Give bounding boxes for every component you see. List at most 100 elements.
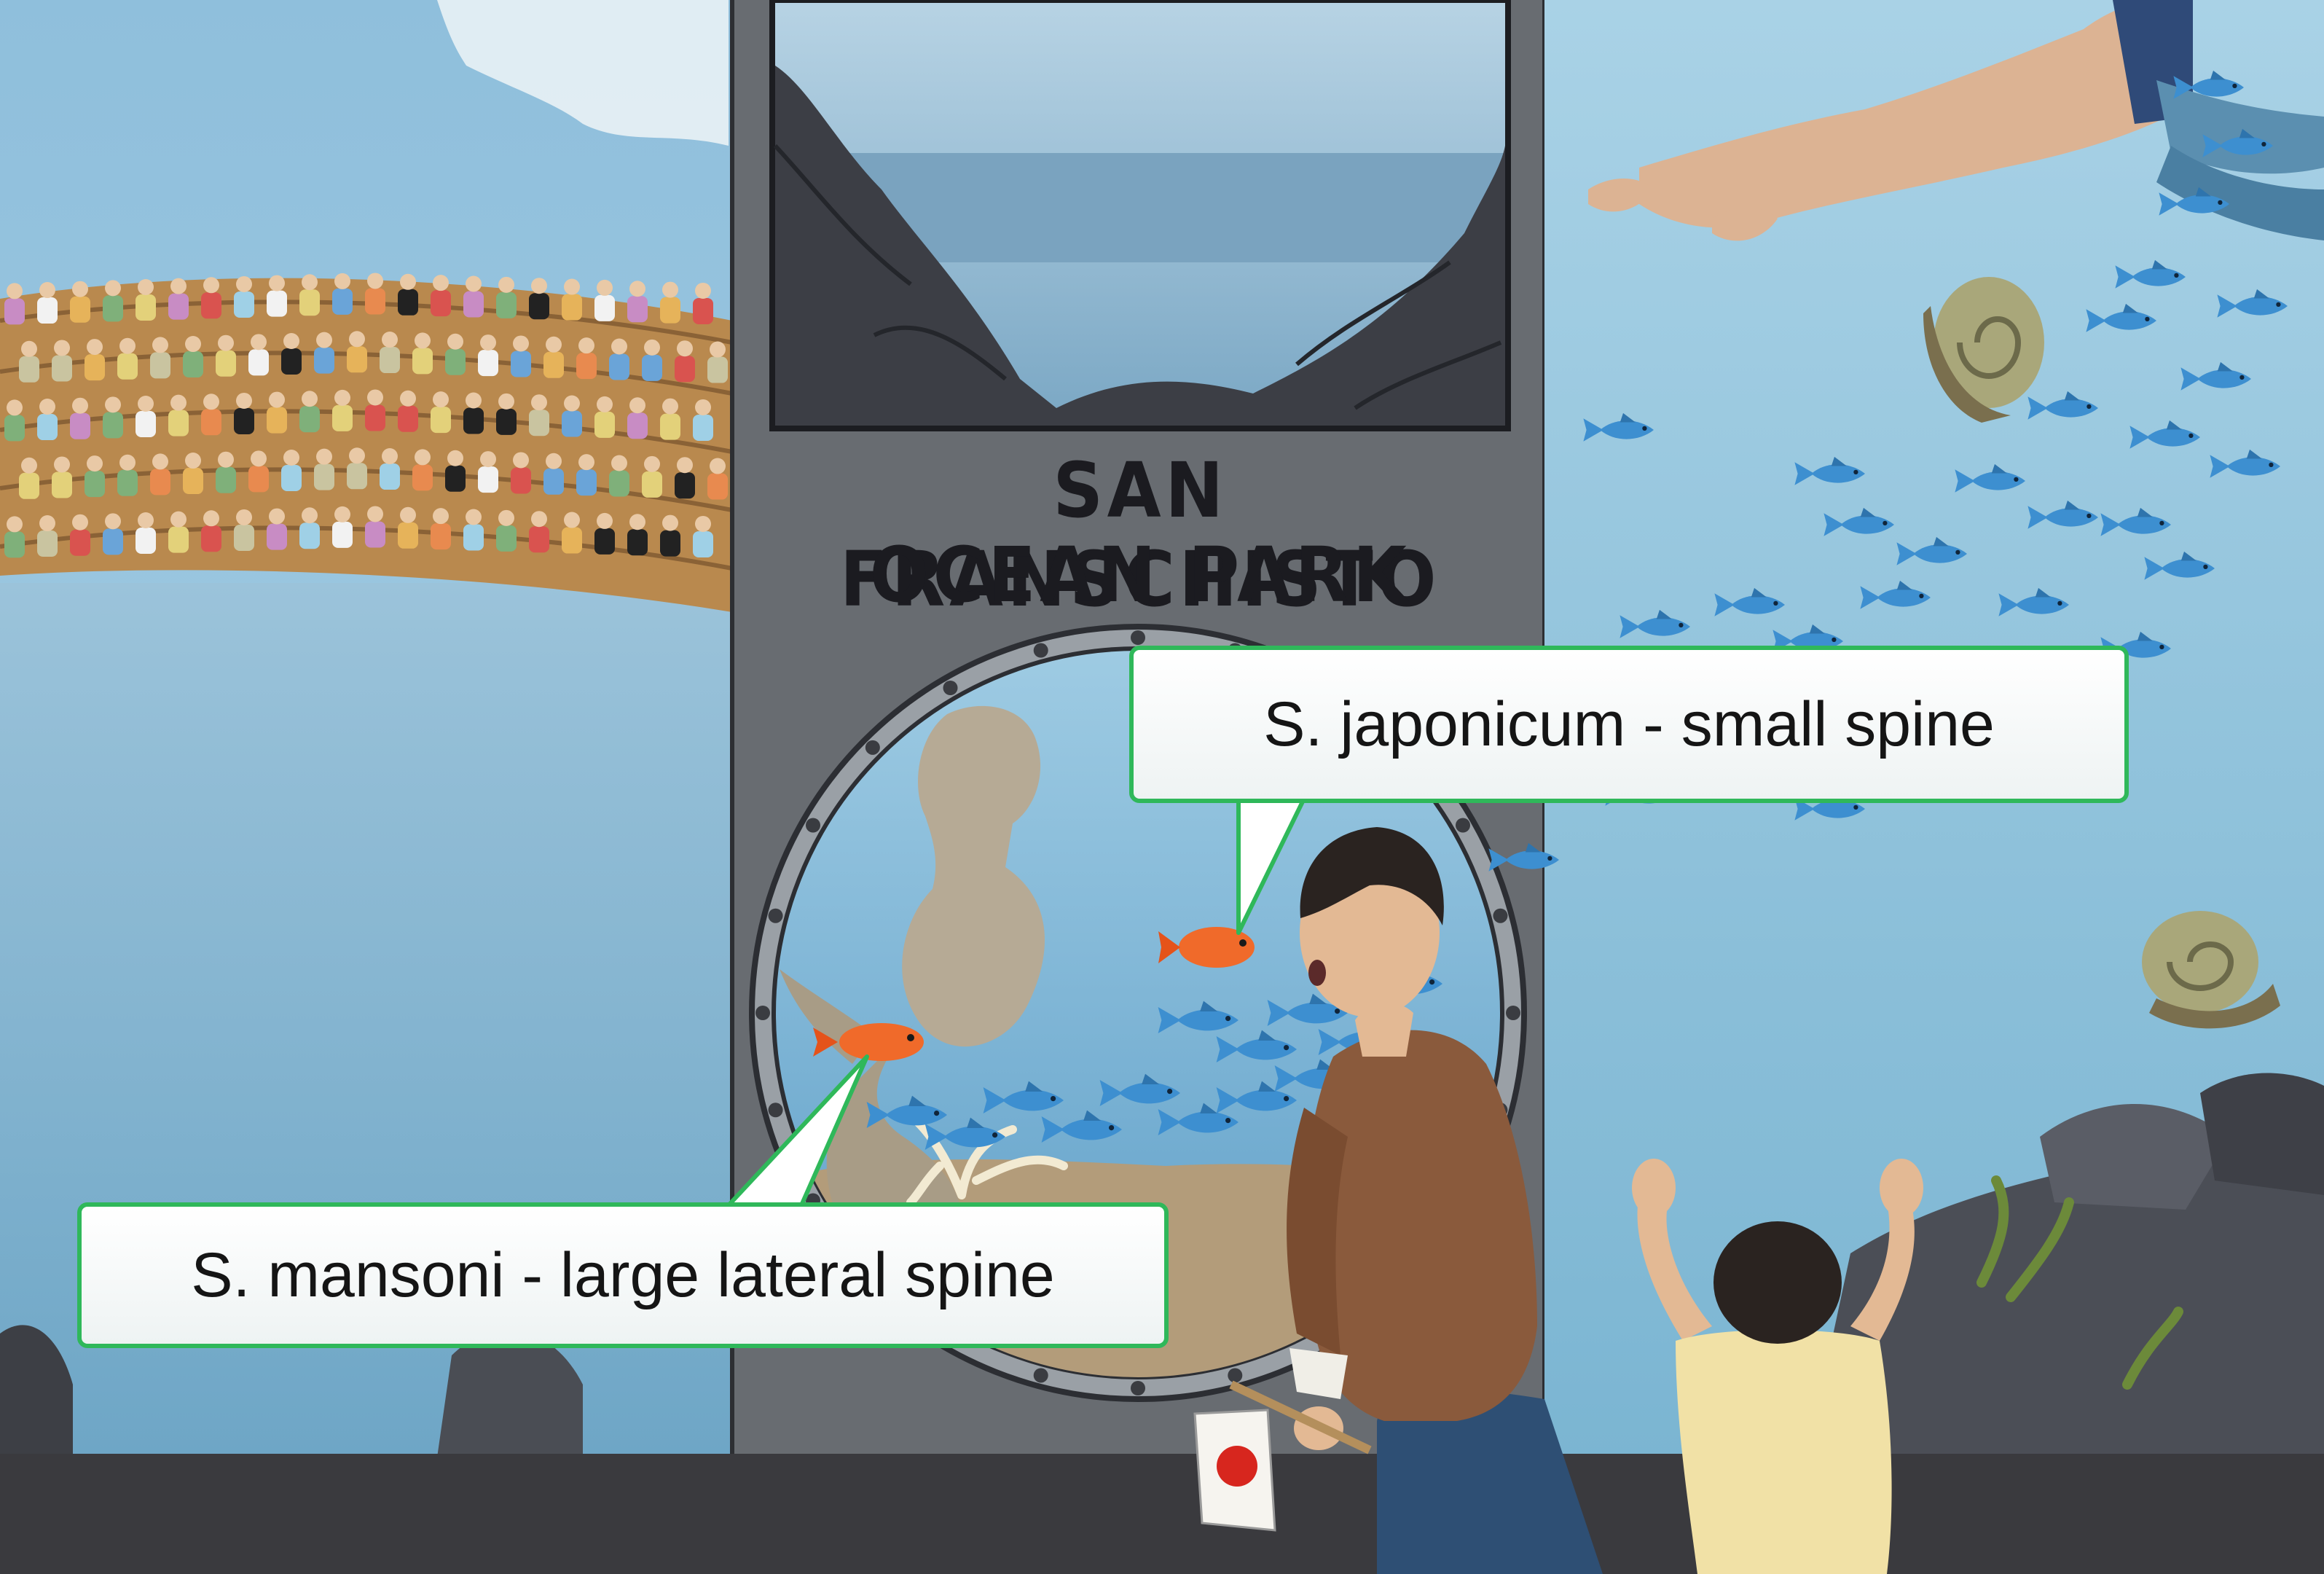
spectator xyxy=(660,514,680,557)
porthole-bolt xyxy=(805,818,820,833)
park-sign-line-2: OCEAN PARK xyxy=(869,530,1411,619)
spectator xyxy=(511,335,531,377)
spectator xyxy=(707,341,728,383)
spectator xyxy=(380,332,400,374)
spectator xyxy=(365,506,385,548)
spectator xyxy=(248,450,269,493)
spectator xyxy=(299,507,320,549)
spectator xyxy=(332,389,353,431)
spectator xyxy=(299,274,320,316)
spectator xyxy=(216,334,236,377)
spectator xyxy=(299,391,320,433)
spectator xyxy=(136,512,156,554)
spectator xyxy=(4,283,25,325)
spectator xyxy=(463,275,484,318)
spectator xyxy=(267,275,287,317)
spectator xyxy=(281,450,302,491)
spectator xyxy=(70,514,90,556)
spectator xyxy=(4,399,25,442)
spectator xyxy=(412,449,433,491)
spectator xyxy=(562,512,582,554)
spectator xyxy=(103,513,123,555)
spectator xyxy=(642,339,662,381)
spectator xyxy=(183,336,203,378)
spectator xyxy=(627,281,648,323)
spectator xyxy=(380,448,400,490)
spectator xyxy=(168,394,189,436)
porthole-bolt xyxy=(1506,1006,1520,1020)
spectator xyxy=(693,399,713,441)
spectator xyxy=(103,280,123,322)
callout-mansoni-text: S. mansoni - large lateral spine xyxy=(191,1240,1055,1310)
spectator xyxy=(398,506,418,549)
porthole-bolt xyxy=(1131,630,1145,645)
spectator xyxy=(19,457,39,499)
spectator xyxy=(136,396,156,437)
ocean-poster xyxy=(769,0,1511,431)
spectator xyxy=(150,337,170,379)
spectator xyxy=(201,394,221,436)
porthole-bolt xyxy=(768,908,783,923)
spectator xyxy=(37,515,58,557)
spectator xyxy=(347,447,367,490)
spectator xyxy=(562,278,582,321)
spectator xyxy=(234,509,254,551)
floor xyxy=(0,1454,2324,1574)
spectator xyxy=(136,279,156,321)
porthole-bolt xyxy=(755,1006,770,1020)
spectator xyxy=(594,512,615,555)
spectator xyxy=(431,391,451,434)
spectator xyxy=(463,509,484,551)
porthole-bolt xyxy=(1131,1381,1145,1395)
spectator xyxy=(365,273,385,315)
spectator xyxy=(52,456,72,498)
spectator xyxy=(642,455,662,498)
spectator xyxy=(660,281,680,324)
spectator xyxy=(412,332,433,375)
spectator xyxy=(37,399,58,441)
spectator xyxy=(332,273,353,315)
spectator xyxy=(594,396,615,438)
spectator xyxy=(398,390,418,432)
spectator xyxy=(478,451,498,493)
spectator xyxy=(463,392,484,434)
spectator xyxy=(248,334,269,376)
spectator xyxy=(543,453,564,495)
spectator xyxy=(234,275,254,318)
spectator xyxy=(52,340,72,382)
spectator xyxy=(150,453,170,496)
spectator xyxy=(529,511,549,553)
spectator xyxy=(529,278,549,320)
spectator xyxy=(365,389,385,431)
spectator xyxy=(216,451,236,493)
porthole-bolt xyxy=(865,740,880,755)
spectator xyxy=(19,340,39,383)
spectator xyxy=(478,334,498,377)
spectator xyxy=(576,454,597,496)
spectator xyxy=(37,282,58,324)
porthole-bolt xyxy=(1033,643,1048,658)
spectator xyxy=(332,506,353,548)
spectator xyxy=(609,338,629,380)
spectator xyxy=(693,282,713,324)
spectator xyxy=(627,514,648,556)
porthole-bolt xyxy=(943,680,958,695)
spectator xyxy=(103,396,123,439)
spectator xyxy=(496,509,517,552)
spectator xyxy=(543,336,564,378)
spectator xyxy=(675,340,695,383)
spectator xyxy=(707,458,728,500)
porthole-bolt xyxy=(1228,1368,1243,1383)
spectator xyxy=(267,391,287,434)
porthole-bolt xyxy=(1493,908,1508,923)
spectator xyxy=(70,281,90,323)
spectator xyxy=(609,455,629,497)
spectator xyxy=(431,275,451,317)
spectator xyxy=(627,397,648,439)
spectator xyxy=(496,276,517,318)
callout-japonicum-text: S. japonicum - small spine xyxy=(1263,689,1995,759)
spectator xyxy=(4,516,25,558)
spectator xyxy=(117,337,138,380)
spectator xyxy=(183,453,203,495)
spectator xyxy=(168,511,189,553)
